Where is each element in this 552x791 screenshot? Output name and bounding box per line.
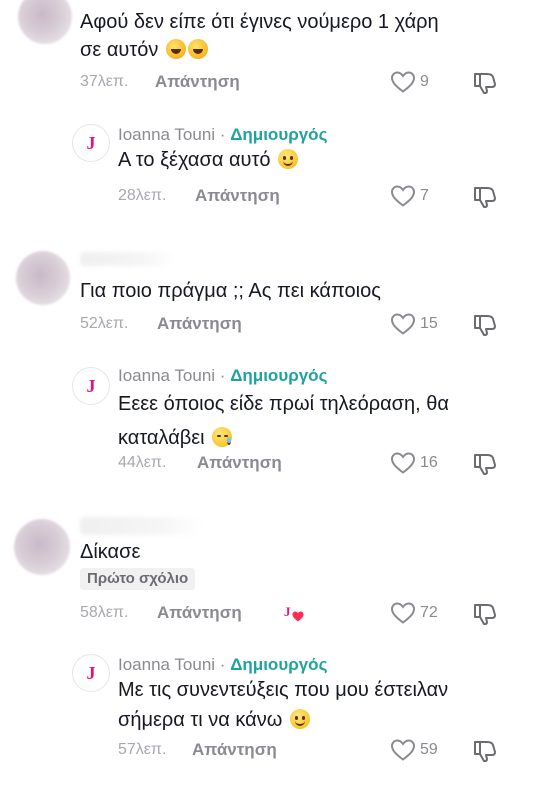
creator-avatar[interactable]: J — [72, 367, 110, 405]
like-count: 7 — [420, 187, 429, 204]
reply-button[interactable]: Απάντηση — [195, 186, 280, 206]
reply-text: Με τις συνεντεύξεις που μου έστειλαν σήμ… — [118, 679, 449, 731]
creator-role-badge: Δημιουργός — [230, 655, 328, 674]
user-avatar[interactable] — [14, 519, 70, 575]
reply-button[interactable]: Απάντηση — [157, 603, 242, 623]
thumbs-down-icon[interactable] — [472, 69, 498, 95]
heart-outline-icon — [390, 602, 416, 624]
creator-role-badge: Δημιουργός — [230, 125, 328, 144]
like-button[interactable]: 9 — [390, 70, 429, 94]
reply-time: 44λεπ. — [118, 454, 167, 471]
like-button[interactable]: 72 — [390, 601, 438, 625]
reply-button[interactable]: Απάντηση — [155, 72, 240, 92]
reply-time: 57λεπ. — [118, 741, 167, 758]
like-button[interactable]: 7 — [390, 184, 429, 208]
heart-outline-icon — [390, 739, 416, 761]
reply-button[interactable]: Απάντηση — [197, 453, 282, 473]
comment-time: 52λεπ. — [80, 315, 129, 332]
reply-text: Εεεε όποιος είδε πρωί τηλεόραση, θα κατα… — [118, 393, 449, 449]
like-count: 72 — [420, 604, 438, 621]
reply-time: 28λεπ. — [118, 187, 167, 204]
thumbs-down-icon[interactable] — [472, 737, 498, 763]
thumbs-down-icon[interactable] — [472, 600, 498, 626]
first-comment-badge: Πρώτο σχόλιο — [80, 568, 196, 590]
thumbs-down-icon[interactable] — [472, 311, 498, 337]
creator-heart-icon: J — [284, 604, 306, 624]
smile-tear-emoji-icon — [212, 427, 233, 447]
comment-time: 37λεπ. — [80, 73, 129, 90]
reply-author[interactable]: Ioanna Touni · Δημιουργός — [118, 124, 327, 146]
like-count: 9 — [420, 73, 429, 90]
comment-text: Δίκασε — [80, 541, 141, 563]
smile-emoji-icon — [289, 709, 310, 729]
comment-text: Για ποιο πράγμα ;; Ας πει κάποιος — [80, 280, 381, 302]
like-button[interactable]: 15 — [390, 312, 438, 336]
like-count: 15 — [420, 315, 438, 332]
comment-time: 58λεπ. — [80, 604, 129, 621]
blurred-username[interactable] — [80, 517, 200, 535]
heart-outline-icon — [390, 185, 416, 207]
heart-outline-icon — [390, 313, 416, 335]
like-count: 59 — [420, 741, 438, 758]
rofl-emoji-icon — [165, 39, 186, 59]
user-avatar[interactable] — [16, 251, 70, 305]
reply-author[interactable]: Ioanna Touni · Δημιουργός — [118, 654, 327, 676]
thumbs-down-icon[interactable] — [472, 450, 498, 476]
reply-text: Α το ξέχασα αυτό — [118, 146, 299, 174]
smile-emoji-icon — [278, 149, 299, 169]
rofl-emoji-icon — [187, 39, 208, 59]
blurred-username[interactable] — [80, 252, 175, 266]
like-button[interactable]: 59 — [390, 738, 438, 762]
creator-avatar[interactable]: J — [72, 654, 110, 692]
heart-outline-icon — [390, 452, 416, 474]
reply-button[interactable]: Απάντηση — [157, 314, 242, 334]
user-avatar[interactable] — [18, 0, 72, 44]
like-count: 16 — [420, 454, 438, 471]
comment-text: Αφού δεν είπε ότι έγινες νούμερο 1 χάρη … — [80, 11, 439, 61]
heart-outline-icon — [390, 71, 416, 93]
reply-author[interactable]: Ioanna Touni · Δημιουργός — [118, 365, 327, 387]
reply-button[interactable]: Απάντηση — [192, 740, 277, 760]
creator-role-badge: Δημιουργός — [230, 366, 328, 385]
like-button[interactable]: 16 — [390, 451, 438, 475]
creator-avatar[interactable]: J — [72, 124, 110, 162]
thumbs-down-icon[interactable] — [472, 183, 498, 209]
